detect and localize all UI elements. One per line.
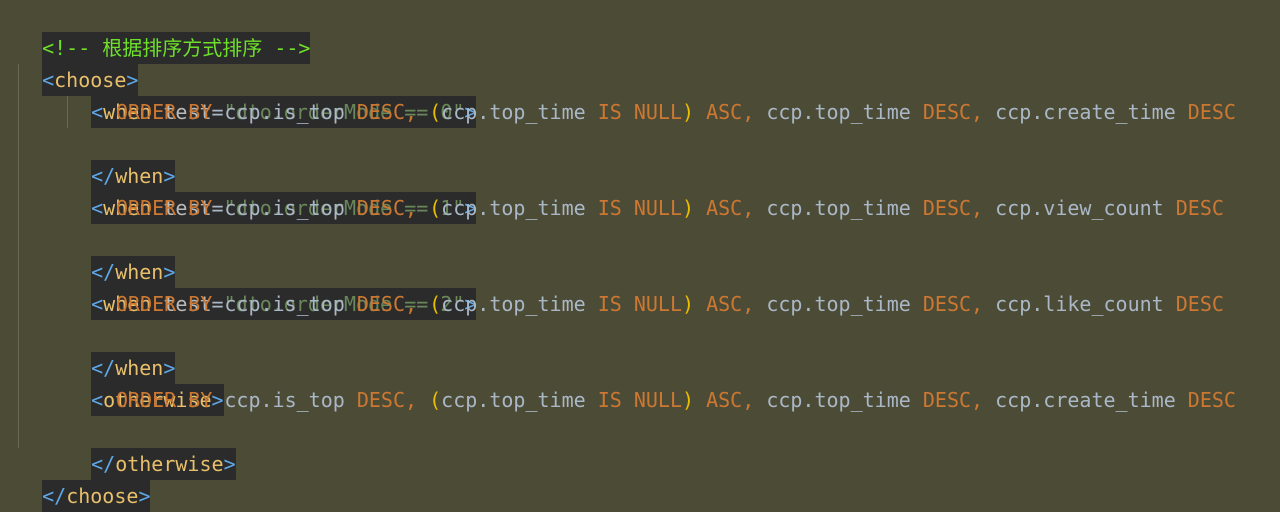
when-0-open: <when test="dto.orderMode == 0"> xyxy=(67,64,477,128)
otherwise-open: <otherwise> xyxy=(67,352,224,416)
sql-line-2: ORDER BY ccp.is_top DESC, (ccp.top_time … xyxy=(116,292,1224,316)
comment-line: <!-- 根据排序方式排序 --> xyxy=(18,0,311,64)
choose-close-tag[interactable]: </choose> xyxy=(42,480,151,512)
indent-guide-outer xyxy=(18,64,19,448)
sql-line-3: ORDER BY ccp.is_top DESC, (ccp.top_time … xyxy=(116,388,1236,412)
when-2-open: <when test="dto.orderMode == 2"> xyxy=(67,256,477,320)
when-2-close: </when> xyxy=(67,320,176,384)
otherwise-close: </otherwise> xyxy=(67,416,236,480)
when-1-open: <when test="dto.orderMode == 1"> xyxy=(67,160,477,224)
sql-line-0: ORDER BY ccp.is_top DESC, (ccp.top_time … xyxy=(116,100,1236,124)
sql-line-1: ORDER BY ccp.is_top DESC, (ccp.top_time … xyxy=(116,196,1224,220)
choose-close-line: </choose> xyxy=(18,448,151,512)
when-0-close: </when> xyxy=(67,128,176,192)
choose-open-line: <choose> xyxy=(18,32,139,96)
when-1-close: </when> xyxy=(67,224,176,288)
